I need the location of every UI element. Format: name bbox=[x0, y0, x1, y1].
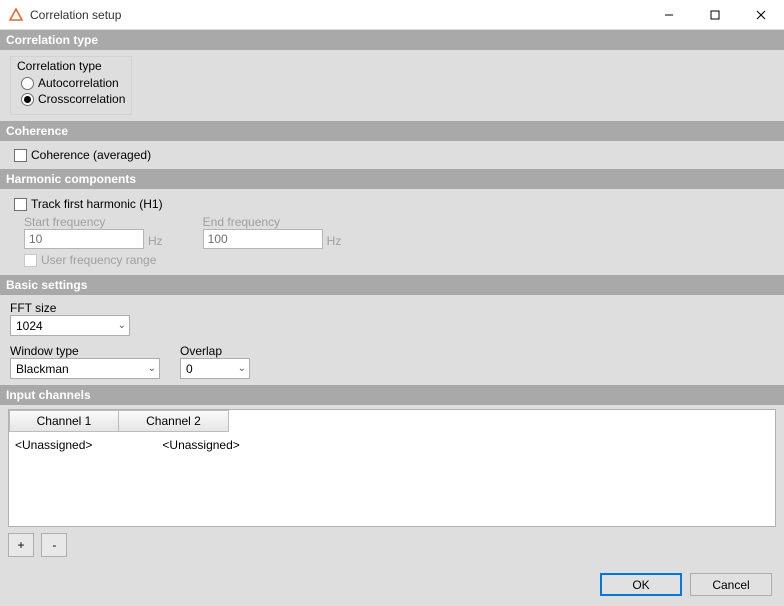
checkbox-label: Track first harmonic (H1) bbox=[31, 197, 163, 211]
correlation-type-group: Correlation type Autocorrelation Crossco… bbox=[10, 56, 132, 115]
input-channels-panel: Channel 1 Channel 2 <Unassigned> <Unassi… bbox=[8, 409, 776, 527]
section-header-input-channels: Input channels bbox=[0, 385, 784, 405]
section-body-correlation: Correlation type Autocorrelation Crossco… bbox=[0, 50, 784, 121]
section-body-harmonic: Track first harmonic (H1) Start frequenc… bbox=[0, 189, 784, 275]
window-buttons bbox=[646, 0, 784, 29]
section-body-basic: FFT size 1024 ⌄ Window type Blackman ⌄ O… bbox=[0, 295, 784, 385]
checkbox-icon bbox=[24, 254, 37, 267]
section-header-harmonic: Harmonic components bbox=[0, 169, 784, 189]
checkbox-icon bbox=[14, 198, 27, 211]
end-frequency-input[interactable] bbox=[203, 229, 323, 249]
window-type-select[interactable]: Blackman ⌄ bbox=[10, 358, 160, 379]
checkbox-icon bbox=[14, 149, 27, 162]
start-frequency-field: Start frequency bbox=[24, 215, 144, 249]
checkbox-user-frequency-range: User frequency range bbox=[24, 253, 774, 267]
add-channel-button[interactable]: + bbox=[8, 533, 34, 557]
content: Correlation type Correlation type Autoco… bbox=[0, 30, 784, 606]
select-value: 1024 bbox=[16, 319, 43, 333]
checkbox-label: Coherence (averaged) bbox=[31, 148, 151, 162]
select-value: 0 bbox=[186, 362, 193, 376]
channel-1-value: <Unassigned> bbox=[15, 438, 92, 452]
channel-values: <Unassigned> <Unassigned> bbox=[9, 432, 775, 458]
tab-channel-1[interactable]: Channel 1 bbox=[9, 410, 119, 432]
channel-buttons: + - bbox=[0, 527, 784, 563]
correlation-type-label: Correlation type bbox=[17, 59, 125, 73]
section-header-correlation: Correlation type bbox=[0, 30, 784, 50]
radio-icon bbox=[21, 93, 34, 106]
unit-hz: Hz bbox=[148, 234, 163, 249]
radio-autocorrelation[interactable]: Autocorrelation bbox=[21, 76, 125, 90]
unit-hz: Hz bbox=[327, 234, 342, 249]
select-value: Blackman bbox=[16, 362, 69, 376]
fft-size-label: FFT size bbox=[10, 301, 130, 315]
chevron-down-icon: ⌄ bbox=[238, 363, 246, 374]
channel-tabs: Channel 1 Channel 2 bbox=[9, 410, 775, 432]
fft-size-field: FFT size 1024 ⌄ bbox=[10, 301, 130, 336]
start-frequency-input[interactable] bbox=[24, 229, 144, 249]
end-frequency-field: End frequency bbox=[203, 215, 323, 249]
close-button[interactable] bbox=[738, 0, 784, 29]
radio-label: Crosscorrelation bbox=[38, 92, 125, 106]
section-header-basic: Basic settings bbox=[0, 275, 784, 295]
section-header-coherence: Coherence bbox=[0, 121, 784, 141]
window-title: Correlation setup bbox=[30, 8, 646, 22]
checkbox-coherence[interactable]: Coherence (averaged) bbox=[14, 148, 774, 162]
chevron-down-icon: ⌄ bbox=[148, 363, 156, 374]
remove-channel-button[interactable]: - bbox=[41, 533, 67, 557]
maximize-button[interactable] bbox=[692, 0, 738, 29]
window-type-label: Window type bbox=[10, 344, 160, 358]
dialog-footer: OK Cancel bbox=[0, 563, 784, 606]
radio-label: Autocorrelation bbox=[38, 76, 119, 90]
minimize-button[interactable] bbox=[646, 0, 692, 29]
fft-size-select[interactable]: 1024 ⌄ bbox=[10, 315, 130, 336]
start-frequency-label: Start frequency bbox=[24, 215, 144, 229]
tab-channel-2[interactable]: Channel 2 bbox=[119, 410, 229, 432]
titlebar: Correlation setup bbox=[0, 0, 784, 30]
window-type-field: Window type Blackman ⌄ bbox=[10, 344, 160, 379]
end-frequency-label: End frequency bbox=[203, 215, 323, 229]
overlap-field: Overlap 0 ⌄ bbox=[180, 344, 250, 379]
chevron-down-icon: ⌄ bbox=[118, 320, 126, 331]
cancel-button[interactable]: Cancel bbox=[690, 573, 772, 596]
section-body-coherence: Coherence (averaged) bbox=[0, 141, 784, 169]
app-icon bbox=[8, 7, 24, 23]
ok-button[interactable]: OK bbox=[600, 573, 682, 596]
checkbox-label: User frequency range bbox=[41, 253, 156, 267]
checkbox-track-harmonic[interactable]: Track first harmonic (H1) bbox=[14, 197, 774, 211]
overlap-select[interactable]: 0 ⌄ bbox=[180, 358, 250, 379]
overlap-label: Overlap bbox=[180, 344, 250, 358]
radio-icon bbox=[21, 77, 34, 90]
channel-2-value: <Unassigned> bbox=[162, 438, 239, 452]
radio-crosscorrelation[interactable]: Crosscorrelation bbox=[21, 92, 125, 106]
